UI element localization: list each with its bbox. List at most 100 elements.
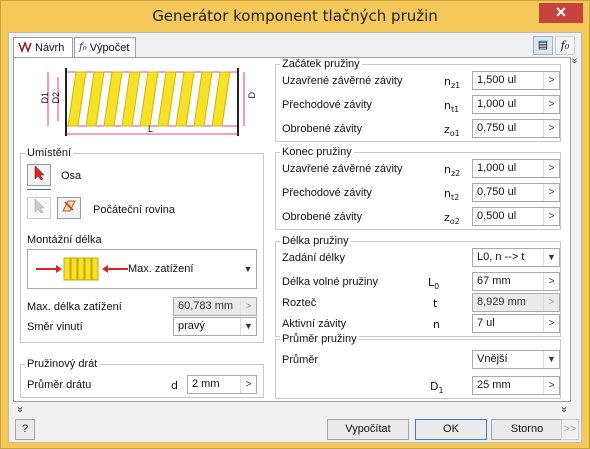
plane-select-disabled-button[interactable] (27, 197, 51, 219)
start-closed-field[interactable]: 1,500 ul > (472, 71, 560, 90)
arrow-icon: > (543, 377, 559, 394)
axis-label: Osa (61, 170, 82, 182)
end-closed-symbol: nz2 (444, 163, 461, 179)
axis-underline (27, 189, 51, 190)
active-coils-label: Aktivní závity (282, 318, 347, 330)
options-icon[interactable]: ▤ (533, 36, 553, 55)
start-ground-symbol: zo1 (444, 123, 460, 139)
tab-calculation-label: Výpočet (89, 41, 130, 54)
start-transition-symbol: nt1 (444, 99, 460, 115)
pitch-symbol: t (433, 297, 438, 310)
end-title: Konec pružiny (280, 146, 354, 158)
dialog-footer: ? Vypočítat OK Storno >> (9, 419, 583, 443)
end-transition-value: 0,750 ul (477, 186, 517, 198)
length-title: Délka pružiny (280, 235, 351, 247)
end-closed-field[interactable]: 1,000 ul > (472, 159, 560, 178)
free-length-field[interactable]: 67 mm > (472, 272, 560, 291)
dialog-window: Generátor komponent tlačných pružin ✕ Ná… (0, 0, 590, 449)
pitch-label: Rozteč (282, 297, 317, 309)
close-button[interactable]: ✕ (539, 3, 583, 23)
diameter-symbol: D1 (430, 380, 444, 396)
spring-icon (18, 40, 32, 56)
start-title: Začátek pružiny (280, 58, 362, 70)
chevron-double-icon: » (569, 58, 580, 64)
expand-left-chevron-icon[interactable]: » (14, 407, 25, 413)
end-ground-symbol: zo2 (444, 211, 460, 227)
active-coils-symbol: n (433, 318, 440, 331)
plane-select-button[interactable] (57, 197, 81, 219)
arrow-icon: > (543, 294, 559, 311)
pitch-field[interactable]: 8,929 mm > (472, 293, 560, 312)
diameter-field[interactable]: 25 mm > (472, 376, 560, 395)
wire-diameter-value: 2 mm (192, 378, 220, 390)
collapse-right-chevron[interactable]: » (569, 57, 580, 68)
start-transition-label: Přechodové závity (282, 99, 372, 111)
montage-select[interactable]: Max. zatížení ▼ (27, 249, 257, 289)
diameter-select[interactable]: Vnější ▼ (472, 350, 560, 369)
max-length-label: Max. délka zatížení (27, 301, 122, 313)
montage-option: Max. zatížení (128, 263, 194, 275)
end-ground-label: Obrobené závity (282, 211, 363, 223)
window-title: Generátor komponent tlačných pružin (152, 7, 438, 25)
winding-label: Směr vinutí (27, 321, 83, 333)
arrow-icon: > (543, 120, 559, 137)
wire-group: Pružinový drát Průměr drátu d 2 mm > (20, 358, 264, 398)
start-closed-symbol: nz1 (444, 75, 461, 91)
more-button[interactable]: >> (561, 419, 579, 440)
diameter-value: 25 mm (477, 379, 511, 391)
tab-design-label: Návrh (35, 42, 65, 54)
diameter-title: Průměr pružiny (280, 333, 359, 345)
placement-title: Umístění (25, 147, 74, 159)
arrow-icon: > (543, 315, 559, 332)
length-entry-select[interactable]: L0, n --> t ▼ (472, 248, 560, 267)
d-label: D (247, 92, 257, 99)
active-coils-field[interactable]: 7 ul > (472, 314, 560, 333)
end-transition-label: Přechodové závity (282, 187, 372, 199)
start-closed-label: Uzavřené závěrné závity (282, 75, 403, 87)
expand-right-chevron-icon[interactable]: » (559, 407, 570, 413)
placement-group: Umístění Osa Počáteční rovina Montážní d… (20, 147, 264, 343)
length-entry-value: L0, n --> t (477, 251, 525, 263)
free-length-symbol: L0 (428, 276, 440, 292)
start-ground-value: 0,750 ul (477, 122, 517, 134)
length-entry-label: Zadání délky (282, 252, 345, 264)
start-ground-field[interactable]: 0,750 ul > (472, 119, 560, 138)
max-length-field[interactable]: 60,783 mm > (173, 297, 257, 316)
end-transition-field[interactable]: 0,750 ul > (472, 183, 560, 202)
end-closed-label: Uzavřené závěrné závity (282, 163, 403, 175)
tab-design[interactable]: Návrh (13, 37, 73, 58)
montage-label: Montážní délka (27, 234, 102, 246)
dropdown-arrow-icon: ▼ (543, 351, 559, 368)
free-length-label: Délka volné pružiny (282, 276, 378, 288)
dropdown-arrow-icon: ▼ (240, 318, 256, 335)
spring-diagram: D1 D2 D L (20, 64, 260, 142)
arrow-icon: > (543, 160, 559, 177)
end-transition-symbol: nt2 (444, 187, 460, 203)
design-panel: D1 D2 D L Umístění Osa Počáteční rovina … (13, 57, 571, 402)
end-closed-value: 1,000 ul (477, 162, 517, 174)
wire-diameter-field[interactable]: 2 mm > (187, 375, 257, 394)
calculate-button[interactable]: Vypočítat (327, 419, 409, 440)
start-transition-value: 1,000 ul (477, 98, 517, 110)
title-bar[interactable]: Generátor komponent tlačných pružin ✕ (1, 1, 589, 31)
cancel-button[interactable]: Storno (491, 419, 563, 440)
section-expander-bar: » » (13, 406, 571, 420)
tab-calculation[interactable]: f₀ Výpočet (74, 37, 136, 57)
d2-label: D2 (51, 92, 61, 104)
free-length-value: 67 mm (477, 275, 511, 287)
formula-toggle-icon[interactable]: f₀ (555, 36, 575, 55)
help-button[interactable]: ? (15, 419, 35, 440)
end-ground-field[interactable]: 0,500 ul > (472, 207, 560, 226)
max-length-value: 60,783 mm (178, 300, 234, 312)
toolbar-icons: ▤ f₀ (533, 36, 575, 55)
winding-select[interactable]: pravý ▼ (173, 317, 257, 336)
arrow-icon: > (240, 376, 256, 393)
arrow-icon: > (240, 298, 256, 315)
diameter-select-value: Vnější (477, 353, 508, 365)
l-label: L (148, 124, 154, 134)
ok-button[interactable]: OK (415, 419, 487, 440)
diameter-label: Průměr (282, 354, 319, 366)
pitch-value: 8,929 mm (477, 296, 526, 308)
axis-select-button[interactable] (27, 164, 51, 186)
start-transition-field[interactable]: 1,000 ul > (472, 95, 560, 114)
